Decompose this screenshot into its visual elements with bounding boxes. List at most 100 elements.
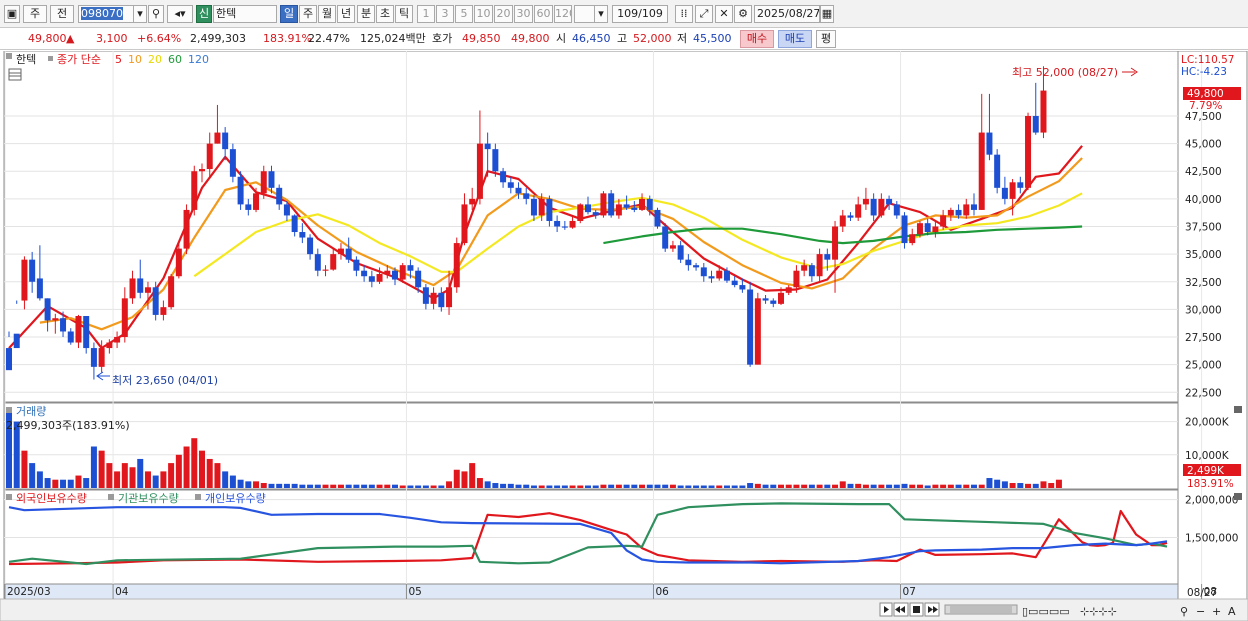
eval-button[interactable]: 평	[816, 30, 836, 48]
auto-scale-icon[interactable]: A	[1228, 605, 1236, 618]
candle-down	[415, 270, 422, 288]
candle-up	[476, 143, 483, 199]
table-icon[interactable]	[8, 68, 22, 81]
candle-down	[561, 226, 568, 228]
sell-button[interactable]: 매도	[778, 30, 812, 48]
candle-down	[515, 187, 522, 194]
volume-bar	[832, 484, 839, 488]
toolbar: ▣ 주 전 098070 ▾ ⚲ ◂▾ 신 한텍 일 주 월 년 분 초 틱 1…	[0, 0, 1248, 28]
search-icon[interactable]: ⚲	[148, 5, 164, 23]
interval-60[interactable]: 60	[534, 5, 553, 23]
volume-bar	[121, 463, 128, 488]
y-axis-panel	[1177, 51, 1248, 600]
zoom-in-icon[interactable]: +	[1212, 605, 1221, 618]
volume-bar	[700, 485, 707, 488]
candle-down	[1001, 187, 1008, 199]
speaker-icon[interactable]: ◂▾	[167, 5, 193, 23]
gear-icon[interactable]: ⚙	[734, 5, 752, 23]
period-week[interactable]: 주	[299, 5, 317, 23]
candle-down	[283, 204, 290, 216]
candle-down	[245, 204, 252, 210]
layout-icon[interactable]: ▯▭▭▭▭	[1022, 605, 1070, 618]
trade-amount: 125,024백만	[360, 32, 426, 45]
volume-bar	[816, 484, 823, 488]
close-panel-icon[interactable]	[1234, 406, 1242, 413]
candle-up	[384, 270, 391, 275]
candle-down	[585, 204, 591, 213]
high-annotation: 최고 52,000 (08/27)	[1012, 66, 1118, 79]
zoom-out-icon[interactable]: −	[1196, 605, 1205, 618]
volume-bar	[747, 483, 754, 488]
interval-5[interactable]: 5	[455, 5, 473, 23]
candle-down	[392, 270, 398, 280]
candle-down	[886, 198, 893, 205]
period-tick[interactable]: 틱	[395, 5, 413, 23]
candle-up	[206, 143, 213, 170]
close-panel-icon[interactable]	[1234, 493, 1242, 500]
volume-bar	[916, 484, 923, 488]
date-field[interactable]: 2025/08/27	[754, 5, 820, 23]
candle-down	[229, 149, 236, 177]
change-percent: +6.64%	[137, 32, 182, 45]
turnover-rate: 22.47%	[308, 32, 350, 45]
week-select[interactable]: 주	[23, 5, 47, 23]
stock-name-field[interactable]: 한텍	[213, 5, 277, 23]
last-date-label: 08/27	[1187, 587, 1217, 599]
candle-up	[446, 287, 453, 308]
volume-bar	[237, 479, 244, 488]
volume-bar	[723, 485, 730, 488]
volume-bar	[978, 484, 985, 488]
code-input[interactable]: 098070	[78, 5, 134, 23]
interval-120[interactable]: 120	[554, 5, 572, 23]
candle-up	[916, 223, 923, 235]
candle-up	[940, 215, 947, 227]
interval-10[interactable]: 10	[474, 5, 493, 23]
period-month[interactable]: 월	[318, 5, 336, 23]
volume-bar	[129, 467, 136, 488]
price-tick-label: 37,500	[1185, 222, 1222, 234]
candle-down	[685, 259, 692, 266]
count-field[interactable]: 109/109	[612, 5, 668, 23]
candle-down	[662, 226, 669, 249]
candle-down	[546, 198, 553, 221]
interval-30[interactable]: 30	[514, 5, 533, 23]
candle-up	[144, 287, 151, 293]
buy-button[interactable]: 매수	[740, 30, 774, 48]
volume-bar	[932, 484, 939, 488]
volume-bar	[971, 484, 977, 488]
candle-down	[29, 259, 36, 282]
chevron-down-icon[interactable]: ▾	[594, 5, 608, 23]
volume-bar	[654, 484, 661, 488]
period-day[interactable]: 일	[280, 5, 298, 23]
volume-bar	[623, 484, 630, 488]
tools-icon[interactable]: ✕	[715, 5, 733, 23]
candle-down	[770, 300, 777, 304]
volume-bar	[214, 463, 221, 488]
candle-up	[376, 274, 383, 282]
volume-bar	[322, 484, 329, 488]
period-second[interactable]: 초	[376, 5, 394, 23]
chart-tools-icon[interactable]: ⊹⊹⊹⊹	[1080, 605, 1117, 618]
search-icon[interactable]: ⚲	[1180, 605, 1188, 618]
volume-bar	[276, 483, 283, 488]
change-value: 3,100	[96, 32, 128, 45]
interval-3[interactable]: 3	[436, 5, 454, 23]
legend-ma5: 5	[115, 53, 122, 66]
grid-icon[interactable]: ⁞⁞	[675, 5, 693, 23]
candle-down	[353, 259, 360, 271]
volume-ratio: 183.91%	[263, 32, 312, 45]
draw-icon[interactable]: ⤢	[695, 5, 713, 23]
volume-bar	[307, 484, 314, 488]
volume-bar	[484, 481, 491, 488]
interval-20[interactable]: 20	[494, 5, 513, 23]
candle-down	[307, 237, 314, 255]
calendar-icon[interactable]: ▦	[820, 5, 834, 23]
interval-1[interactable]: 1	[417, 5, 435, 23]
period-year[interactable]: 년	[337, 5, 355, 23]
chevron-down-icon[interactable]: ▾	[133, 5, 147, 23]
window-icon[interactable]: ▣	[4, 5, 20, 23]
candle-down	[36, 278, 43, 299]
scrollbar-thumb[interactable]	[950, 606, 1012, 613]
prev-button[interactable]: 전	[50, 5, 74, 23]
period-minute[interactable]: 분	[357, 5, 375, 23]
